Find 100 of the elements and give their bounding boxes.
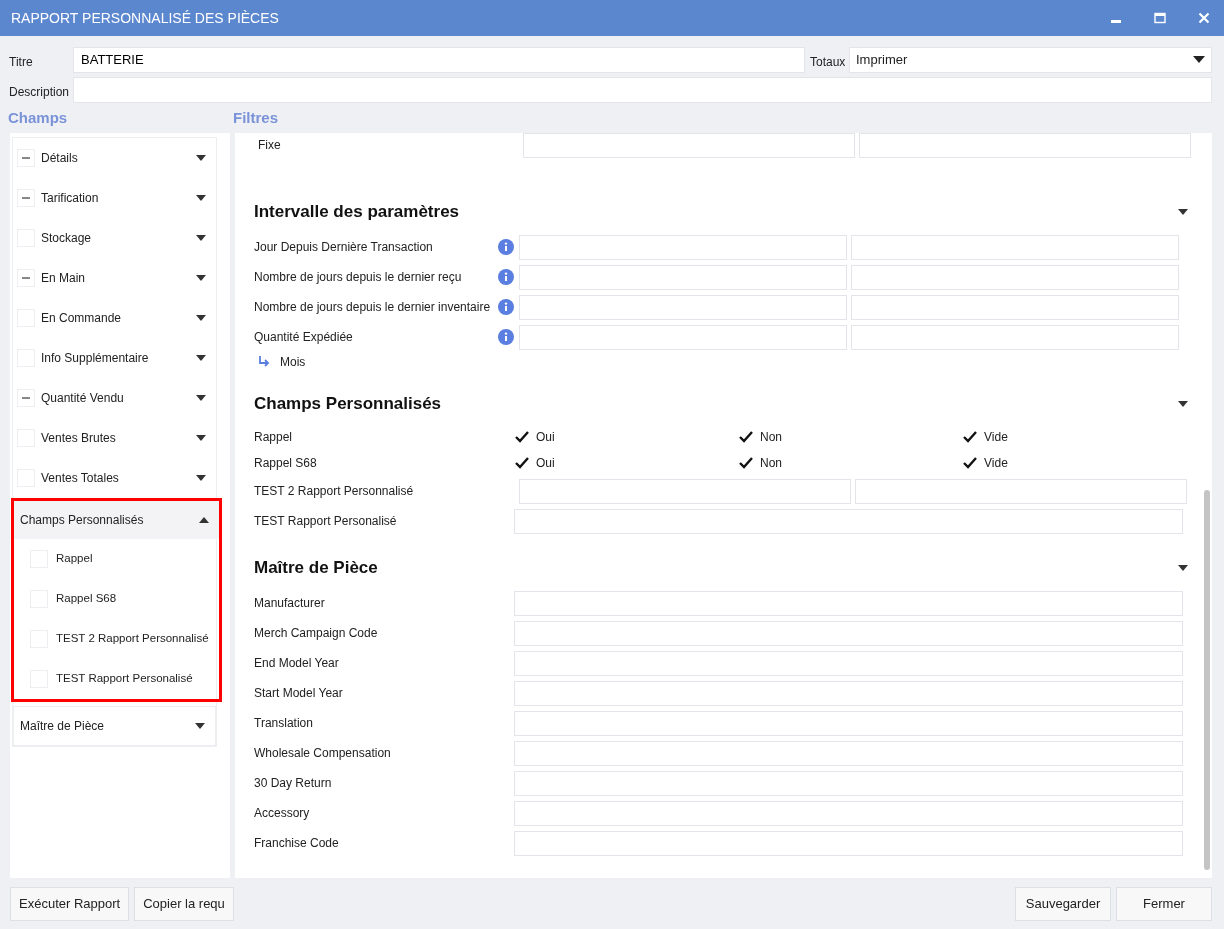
- input-field[interactable]: [519, 324, 847, 350]
- checkbox[interactable]: [17, 149, 35, 167]
- checkbox[interactable]: [17, 269, 35, 287]
- section-header: Champs: [8, 107, 69, 128]
- field-label: 30 Day Return: [254, 775, 333, 792]
- field-group-label: Quantité Vendu: [41, 390, 125, 407]
- field-label: Franchise Code: [254, 835, 340, 852]
- input-field[interactable]: [514, 770, 1183, 796]
- input-field[interactable]: [514, 620, 1183, 646]
- checkbox[interactable]: [17, 189, 35, 207]
- input-field[interactable]: [519, 294, 847, 320]
- dropdown-arrow-icon[interactable]: [1193, 56, 1205, 63]
- section-title: Champs Personnalisés: [254, 393, 443, 416]
- input-field[interactable]: [514, 710, 1183, 736]
- caret-down-icon[interactable]: [1178, 209, 1188, 215]
- description-field[interactable]: [73, 77, 1212, 103]
- input-field[interactable]: [855, 478, 1187, 504]
- caret-down-icon[interactable]: [196, 235, 206, 241]
- field-label: Wholesale Compensation: [254, 745, 392, 762]
- field-group-label: Tarification: [41, 190, 100, 207]
- field-item-label: TEST 2 Rapport Personnalisé: [56, 631, 209, 647]
- title-field[interactable]: BATTERIE: [73, 46, 805, 73]
- field-label: Translation: [254, 715, 314, 732]
- input-field[interactable]: [514, 650, 1183, 676]
- field-label: Rappel: [254, 429, 294, 446]
- caret-down-icon[interactable]: [1178, 565, 1188, 571]
- field-group-row[interactable]: Info Supplémentaire: [13, 338, 216, 378]
- caret-down-icon[interactable]: [195, 723, 205, 729]
- field-label: Nombre de jours depuis le dernier reçu: [254, 269, 463, 286]
- info-icon[interactable]: [498, 299, 514, 315]
- checkbox[interactable]: [17, 389, 35, 407]
- field-label: TEST Rapport Personalisé: [254, 513, 398, 530]
- caret-up-icon[interactable]: [199, 517, 209, 523]
- field-group-row[interactable]: Détails: [13, 138, 216, 178]
- field-group-row[interactable]: Quantité Vendu: [13, 378, 216, 418]
- field-label: Fixe: [258, 137, 282, 154]
- caret-down-icon[interactable]: [196, 395, 206, 401]
- description-label: Description: [9, 84, 71, 101]
- field-group-row[interactable]: Stockage: [13, 218, 216, 258]
- input-field[interactable]: [851, 264, 1179, 290]
- field-group-label: Info Supplémentaire: [41, 350, 150, 367]
- input-field[interactable]: [514, 590, 1183, 616]
- info-icon[interactable]: [498, 269, 514, 285]
- field-group-row[interactable]: Tarification: [13, 178, 216, 218]
- field-group-row[interactable]: Ventes Totales: [13, 458, 216, 498]
- input-field[interactable]: [514, 740, 1183, 766]
- field-label: Accessory: [254, 805, 311, 822]
- input-field[interactable]: [519, 264, 847, 290]
- totals-dropdown[interactable]: Imprimer: [849, 46, 1212, 73]
- input-field[interactable]: [523, 133, 855, 158]
- field-label: Nombre de jours depuis le dernier inventaire: [254, 299, 492, 316]
- field-label: Rappel S68: [254, 455, 318, 472]
- totals-label: Totaux: [809, 53, 847, 71]
- field-label: Manufacturer: [254, 595, 326, 612]
- action-button[interactable]: Sauvegarder: [1015, 886, 1111, 921]
- field-group-row[interactable]: En Main: [13, 258, 216, 298]
- field-group-label: Ventes Brutes: [41, 430, 117, 447]
- input-field[interactable]: [514, 508, 1183, 534]
- scrollbar[interactable]: [1204, 490, 1210, 870]
- input-field[interactable]: [519, 478, 851, 504]
- arrow-icon: [258, 356, 270, 368]
- caret-down-icon[interactable]: [196, 155, 206, 161]
- field-group-label: Détails: [41, 150, 79, 167]
- input-field[interactable]: [851, 324, 1179, 350]
- input-field[interactable]: [514, 800, 1183, 826]
- close-icon[interactable]: [1198, 12, 1210, 24]
- input-field[interactable]: [851, 294, 1179, 320]
- input-field[interactable]: [514, 830, 1183, 856]
- maximize-icon[interactable]: [1154, 12, 1166, 24]
- field-group-row[interactable]: En Commande: [13, 298, 216, 338]
- caret-down-icon[interactable]: [196, 355, 206, 361]
- caret-down-icon[interactable]: [196, 475, 206, 481]
- input-field[interactable]: [851, 234, 1179, 260]
- input-field[interactable]: [514, 680, 1183, 706]
- window-title: RAPPORT PERSONNALISÉ DES PIÈCES: [11, 8, 280, 28]
- field-label: Jour Depuis Dernière Transaction: [254, 239, 434, 256]
- field-group-card[interactable]: Maître de Pièce: [13, 706, 216, 746]
- caret-down-icon[interactable]: [1178, 401, 1188, 407]
- input-field[interactable]: [859, 133, 1191, 158]
- field-group-label: Ventes Totales: [41, 470, 120, 487]
- field-group-label: En Main: [41, 270, 87, 287]
- action-button[interactable]: Fermer: [1116, 886, 1212, 921]
- section-title: Maître de Pièce: [254, 557, 379, 580]
- caret-down-icon[interactable]: [196, 195, 206, 201]
- input-field[interactable]: [519, 234, 847, 260]
- action-button[interactable]: Copier la requ: [134, 886, 234, 921]
- caret-down-icon[interactable]: [196, 275, 206, 281]
- option-label: Vide: [984, 455, 1008, 472]
- field-group-row[interactable]: Ventes Brutes: [13, 418, 216, 458]
- info-icon[interactable]: [498, 329, 514, 345]
- title-label: Titre: [9, 53, 34, 71]
- group-header[interactable]: Champs Personnalisés: [14, 501, 219, 539]
- option-label: Vide: [984, 429, 1008, 446]
- option-label: Oui: [536, 429, 555, 446]
- caret-down-icon[interactable]: [196, 315, 206, 321]
- info-icon[interactable]: [498, 239, 514, 255]
- option-label: Oui: [536, 455, 555, 472]
- caret-down-icon[interactable]: [196, 435, 206, 441]
- action-button[interactable]: Exécuter Rapport: [10, 886, 130, 921]
- field-label: Merch Campaign Code: [254, 625, 379, 642]
